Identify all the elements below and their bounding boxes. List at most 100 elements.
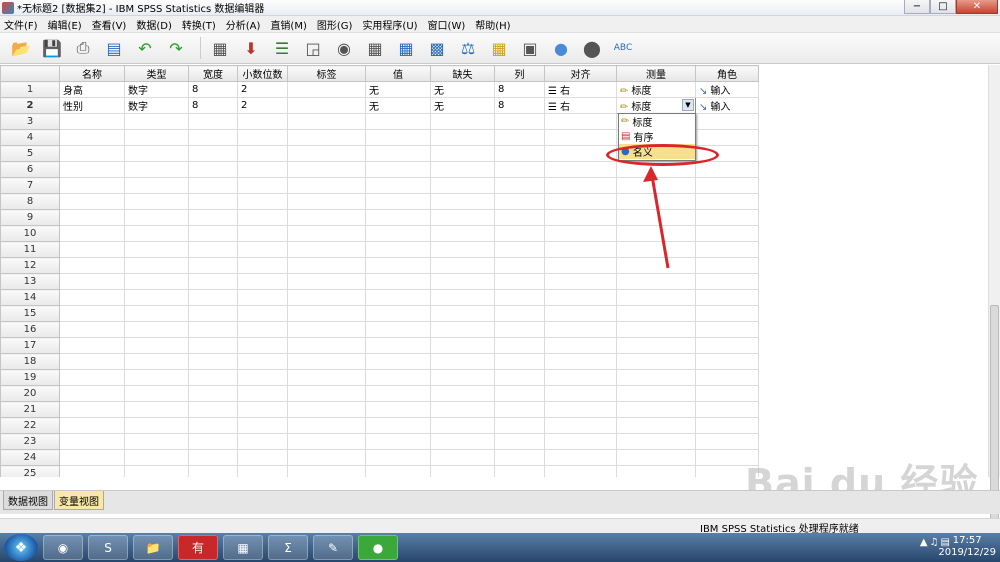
run-descriptives-icon[interactable]: ◲	[300, 36, 326, 60]
col-header-columns[interactable]: 列	[494, 65, 545, 82]
empty-cell[interactable]	[237, 129, 288, 146]
empty-cell[interactable]	[124, 225, 189, 242]
row-number[interactable]: 21	[0, 401, 60, 418]
empty-cell[interactable]	[287, 161, 366, 178]
empty-cell[interactable]	[59, 209, 125, 226]
row-number[interactable]: 8	[0, 193, 60, 210]
empty-cell[interactable]	[430, 401, 495, 418]
empty-cell[interactable]	[237, 193, 288, 210]
empty-cell[interactable]	[430, 113, 495, 130]
empty-cell[interactable]	[544, 193, 617, 210]
cell-type[interactable]: 数字	[124, 97, 189, 114]
empty-cell[interactable]	[59, 177, 125, 194]
insert-cases-icon[interactable]: ▦	[362, 36, 388, 60]
empty-cell[interactable]	[124, 337, 189, 354]
tab-variable-view[interactable]: 变量视图	[54, 491, 104, 510]
goto-case-icon[interactable]: ▦	[207, 36, 233, 60]
empty-cell[interactable]	[544, 225, 617, 242]
cell-width[interactable]: 8	[188, 97, 238, 114]
empty-cell[interactable]	[616, 337, 696, 354]
row-number[interactable]: 7	[0, 177, 60, 194]
empty-cell[interactable]	[616, 401, 696, 418]
taskbar-wechat-icon[interactable]: ●	[358, 535, 398, 560]
open-folder-icon[interactable]: 📂	[8, 36, 34, 60]
empty-cell[interactable]	[287, 433, 366, 450]
empty-cell[interactable]	[365, 209, 431, 226]
empty-cell[interactable]	[287, 385, 366, 402]
empty-cell[interactable]	[124, 113, 189, 130]
empty-cell[interactable]	[430, 449, 495, 466]
empty-cell[interactable]	[544, 273, 617, 290]
corner-cell[interactable]	[0, 65, 60, 82]
empty-cell[interactable]	[188, 433, 238, 450]
empty-cell[interactable]	[59, 417, 125, 434]
empty-cell[interactable]	[59, 353, 125, 370]
empty-cell[interactable]	[59, 161, 125, 178]
empty-cell[interactable]	[494, 257, 545, 274]
empty-cell[interactable]	[124, 145, 189, 162]
empty-cell[interactable]	[59, 465, 125, 477]
empty-cell[interactable]	[616, 241, 696, 258]
empty-cell[interactable]	[494, 305, 545, 322]
empty-cell[interactable]	[124, 321, 189, 338]
taskbar-explorer-icon[interactable]: 📁	[133, 535, 173, 560]
empty-cell[interactable]	[188, 465, 238, 477]
empty-cell[interactable]	[544, 305, 617, 322]
empty-cell[interactable]	[430, 465, 495, 477]
empty-cell[interactable]	[188, 305, 238, 322]
empty-cell[interactable]	[365, 321, 431, 338]
row-number[interactable]: 11	[0, 241, 60, 258]
empty-cell[interactable]	[124, 257, 189, 274]
empty-cell[interactable]	[695, 129, 759, 146]
option-scale[interactable]: ✏ 标度	[619, 114, 695, 129]
empty-cell[interactable]	[124, 369, 189, 386]
empty-cell[interactable]	[237, 145, 288, 162]
empty-cell[interactable]	[365, 289, 431, 306]
menu-file[interactable]: 文件(F)	[0, 17, 44, 32]
col-header-decimals[interactable]: 小数位数	[237, 65, 288, 82]
empty-cell[interactable]	[188, 289, 238, 306]
empty-cell[interactable]	[544, 433, 617, 450]
empty-cell[interactable]	[124, 417, 189, 434]
empty-cell[interactable]	[237, 433, 288, 450]
cell-missing[interactable]: 无	[430, 97, 495, 114]
empty-cell[interactable]	[287, 305, 366, 322]
empty-cell[interactable]	[616, 193, 696, 210]
empty-cell[interactable]	[695, 273, 759, 290]
col-header-values[interactable]: 值	[365, 65, 431, 82]
empty-cell[interactable]	[544, 209, 617, 226]
empty-cell[interactable]	[616, 209, 696, 226]
empty-cell[interactable]	[237, 241, 288, 258]
print-icon[interactable]: ⎙	[70, 36, 96, 60]
empty-cell[interactable]	[365, 273, 431, 290]
save-icon[interactable]: 💾	[39, 36, 65, 60]
cell-label[interactable]	[287, 97, 366, 114]
cell-align[interactable]: ☰ 右	[544, 81, 617, 98]
empty-cell[interactable]	[494, 129, 545, 146]
empty-cell[interactable]	[695, 433, 759, 450]
empty-cell[interactable]	[237, 385, 288, 402]
cell-label[interactable]	[287, 81, 366, 98]
minimize-button[interactable]: −	[904, 0, 930, 14]
empty-cell[interactable]	[287, 321, 366, 338]
empty-cell[interactable]	[544, 321, 617, 338]
empty-cell[interactable]	[494, 385, 545, 402]
row-number[interactable]: 12	[0, 257, 60, 274]
col-header-type[interactable]: 类型	[124, 65, 189, 82]
empty-cell[interactable]	[494, 241, 545, 258]
empty-cell[interactable]	[237, 177, 288, 194]
show-all-variables-icon[interactable]: ⬤	[579, 36, 605, 60]
empty-cell[interactable]	[544, 129, 617, 146]
empty-cell[interactable]	[124, 193, 189, 210]
volume-icon[interactable]: ♫	[930, 537, 939, 548]
tab-data-view[interactable]: 数据视图	[3, 491, 53, 510]
empty-cell[interactable]	[287, 241, 366, 258]
empty-cell[interactable]	[365, 145, 431, 162]
close-button[interactable]: ✕	[956, 0, 998, 14]
empty-cell[interactable]	[494, 321, 545, 338]
empty-cell[interactable]	[430, 209, 495, 226]
empty-cell[interactable]	[695, 289, 759, 306]
empty-cell[interactable]	[287, 193, 366, 210]
empty-cell[interactable]	[365, 401, 431, 418]
empty-cell[interactable]	[430, 337, 495, 354]
